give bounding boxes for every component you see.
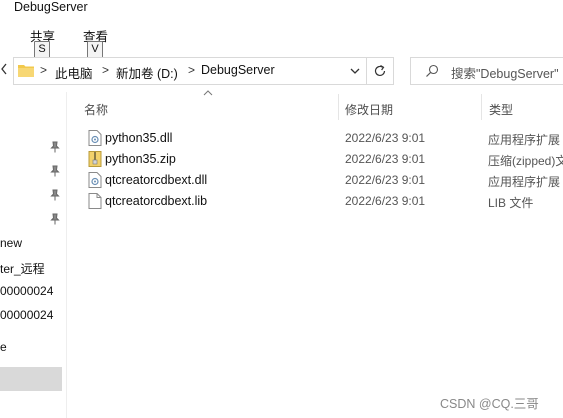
nav-item-selected[interactable]: [0, 367, 62, 391]
file-modified: 2022/6/23 9:01: [345, 131, 426, 145]
file-type: 应用程序扩展: [488, 133, 561, 147]
search-icon: [426, 64, 439, 77]
file-name: python35.dll: [105, 131, 173, 145]
file-name: python35.zip: [105, 152, 176, 166]
dll-file-icon: [88, 130, 102, 146]
zip-file-icon: [88, 151, 102, 167]
nav-item-00000024-a[interactable]: 00000024: [0, 284, 53, 298]
column-divider[interactable]: [338, 94, 339, 120]
address-dropdown-button[interactable]: [346, 60, 364, 82]
file-row[interactable]: python35.zip 2022/6/23 9:01 压缩(zipped)文件…: [80, 149, 563, 170]
pin-icon[interactable]: [50, 165, 60, 177]
sort-up-icon: [203, 90, 213, 96]
up-arrow-icon[interactable]: [0, 62, 8, 79]
column-header-name[interactable]: 名称: [84, 101, 108, 118]
file-name: qtcreatorcdbext.dll: [105, 173, 208, 187]
file-name: qtcreatorcdbext.lib: [105, 194, 208, 208]
address-bar[interactable]: > 此电脑 > 新加卷 (D:) > DebugServer: [13, 57, 367, 85]
dll-file-icon: [88, 172, 102, 188]
file-row[interactable]: qtcreatorcdbext.dll 2022/6/23 9:01 应用程序扩…: [80, 170, 563, 191]
column-divider[interactable]: [481, 94, 482, 120]
watermark: CSDN @CQ.三哥: [440, 397, 539, 411]
file-modified: 2022/6/23 9:01: [345, 194, 426, 208]
window-title: DebugServer: [14, 0, 88, 14]
nav-item-remote[interactable]: ter_远程: [0, 260, 45, 277]
pin-icon[interactable]: [50, 189, 60, 201]
breadcrumb-drive-d[interactable]: 新加卷 (D:): [116, 63, 178, 82]
nav-item-new[interactable]: new: [0, 236, 22, 250]
file-modified: 2022/6/23 9:01: [345, 173, 426, 187]
blank-file-icon: [88, 193, 102, 209]
breadcrumb-separator[interactable]: >: [40, 63, 47, 77]
breadcrumb-debugserver[interactable]: DebugServer: [201, 63, 275, 77]
breadcrumb-separator[interactable]: >: [102, 63, 109, 77]
pin-icon[interactable]: [50, 141, 60, 153]
breadcrumb-separator[interactable]: >: [188, 63, 195, 77]
search-box[interactable]: 搜索"DebugServer": [410, 57, 563, 85]
nav-pane-divider[interactable]: [66, 92, 67, 418]
refresh-icon: [374, 64, 386, 77]
address-area: > 此电脑 > 新加卷 (D:) > DebugServer 搜索"DebugS…: [0, 56, 563, 86]
column-header-modified[interactable]: 修改日期: [345, 101, 393, 118]
file-type: 压缩(zipped)文件夹: [488, 154, 563, 168]
chevron-down-icon: [350, 68, 360, 74]
search-input[interactable]: 搜索"DebugServer": [451, 63, 559, 82]
file-row[interactable]: qtcreatorcdbext.lib 2022/6/23 9:01 LIB 文…: [80, 191, 563, 212]
refresh-button[interactable]: [367, 57, 394, 85]
nav-item-00000024-b[interactable]: 00000024: [0, 308, 53, 322]
nav-item-e[interactable]: e: [0, 340, 7, 354]
breadcrumb-this-pc[interactable]: 此电脑: [55, 63, 93, 82]
file-type: LIB 文件: [488, 196, 534, 210]
pin-icon[interactable]: [50, 213, 60, 225]
file-modified: 2022/6/23 9:01: [345, 152, 426, 166]
folder-icon: [18, 65, 34, 77]
column-header-type[interactable]: 类型: [489, 101, 513, 118]
file-type: 应用程序扩展: [488, 175, 561, 189]
file-row[interactable]: python35.dll 2022/6/23 9:01 应用程序扩展: [80, 128, 563, 149]
